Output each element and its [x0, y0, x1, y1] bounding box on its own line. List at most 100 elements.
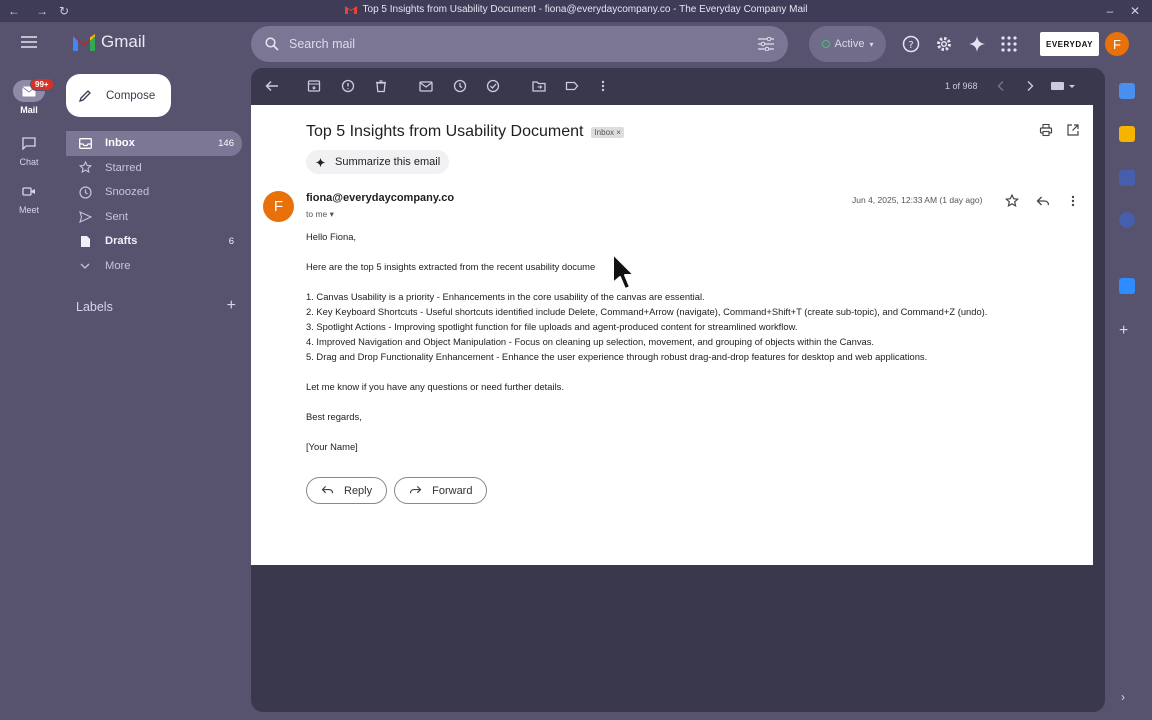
clock-icon [78, 185, 92, 199]
print-icon[interactable] [1039, 123, 1053, 137]
chat-icon [13, 132, 45, 154]
more-vert-icon[interactable] [596, 79, 610, 93]
search-bar[interactable]: Search mail [251, 26, 788, 62]
sidebar-item-label: Starred [105, 161, 142, 174]
list-item: 1. Canvas Usability is a priority - Enha… [306, 291, 705, 302]
delete-trash-icon[interactable] [374, 79, 388, 93]
forward-button[interactable]: Forward [394, 477, 488, 504]
email-body: Hello Fiona, Here are the top 5 insights… [306, 229, 1066, 469]
snooze-clock-icon[interactable] [453, 79, 467, 93]
reply-button[interactable]: Reply [306, 477, 388, 504]
add-to-tasks-icon[interactable] [486, 79, 500, 93]
email-regards: Best regards, [306, 411, 362, 422]
sidebar-item-label: More [105, 259, 131, 272]
sidebar-item-label: Drafts [105, 235, 138, 248]
inbox-chip-label: Inbox [594, 127, 615, 137]
sidebar-item-more[interactable]: More [66, 254, 242, 279]
email-subject: Top 5 Insights from Usability Document I… [306, 123, 624, 141]
summarize-email-button[interactable]: Summarize this email [306, 150, 450, 174]
email-greeting: Hello Fiona, [306, 231, 357, 242]
company-logo[interactable]: EVERYDAY [1040, 32, 1099, 56]
gmail-m-icon [73, 33, 95, 51]
report-spam-icon[interactable] [341, 79, 355, 93]
window-title: Top 5 Insights from Usability Document -… [0, 4, 1152, 15]
reply-actions: Reply Forward [306, 477, 488, 504]
sidebar-item-snoozed[interactable]: Snoozed [66, 180, 242, 205]
more-vert-icon[interactable] [1066, 194, 1080, 208]
sidebar-item-drafts[interactable]: Drafts 6 [66, 229, 242, 254]
compose-button[interactable]: Compose [66, 74, 171, 117]
mouse-cursor-icon [611, 252, 637, 292]
main-menu-icon[interactable] [21, 36, 37, 48]
compose-label: Compose [106, 89, 156, 102]
search-options-icon[interactable] [758, 37, 774, 51]
older-chevron-icon[interactable] [1023, 79, 1037, 93]
inbox-label-chip[interactable]: Inbox × [591, 126, 624, 138]
add-app-icon[interactable]: + [1119, 322, 1128, 340]
star-icon[interactable] [1005, 194, 1019, 208]
unread-count: 146 [218, 137, 234, 149]
status-dot-icon [821, 40, 830, 48]
account-avatar[interactable]: F [1105, 32, 1129, 56]
sidebar-item-inbox[interactable]: Inbox 146 [66, 131, 242, 156]
list-item: 5. Drag and Drop Functionality Enhanceme… [306, 351, 928, 362]
draft-count: 6 [228, 235, 234, 247]
list-item: 3. Spotlight Actions - Improving spotlig… [306, 321, 798, 332]
keep-icon[interactable] [1119, 126, 1135, 142]
status-selector[interactable]: Active ▾ [809, 26, 886, 62]
label-tag-icon[interactable] [565, 79, 579, 93]
back-to-inbox-icon[interactable] [265, 79, 279, 93]
subject-text: Top 5 Insights from Usability Document [306, 123, 584, 140]
help-icon[interactable]: ? [902, 35, 920, 53]
sidebar-item-sent[interactable]: Sent [66, 205, 242, 230]
email-signature: [Your Name] [306, 441, 358, 452]
settings-gear-icon[interactable] [935, 35, 953, 53]
gemini-sparkle-icon[interactable] [968, 35, 986, 53]
rail-chat[interactable]: Chat [0, 132, 58, 167]
gmail-logo[interactable]: Gmail [73, 32, 145, 52]
input-tools-keyboard-icon[interactable] [1050, 79, 1078, 93]
tasks-icon[interactable] [1119, 170, 1135, 186]
apps-grid-icon[interactable] [1000, 35, 1018, 53]
reply-icon[interactable] [1036, 194, 1050, 208]
send-icon [78, 210, 92, 224]
sidebar-item-label: Sent [105, 210, 129, 223]
gmail-wordmark: Gmail [101, 32, 146, 51]
expand-panel-chevron-icon[interactable]: › [1121, 690, 1125, 704]
zoom-icon[interactable] [1119, 278, 1135, 294]
newer-chevron-icon[interactable] [994, 79, 1008, 93]
app-frame: Gmail 99+ Mail Chat Meet Search mail Act… [0, 22, 1152, 720]
mail-unread-badge: 99+ [30, 78, 54, 91]
close-window-icon[interactable]: ✕ [1127, 3, 1143, 19]
contacts-icon[interactable] [1119, 212, 1135, 228]
labels-section: Labels + [76, 298, 236, 315]
search-icon [265, 37, 279, 51]
recipients-toggle[interactable]: to me ▾ [306, 209, 334, 220]
rail-meet[interactable]: Meet [0, 180, 58, 215]
message-panel: 1 of 968 Top 5 Insights from Usability D… [251, 68, 1105, 712]
list-item: 4. Improved Navigation and Object Manipu… [306, 336, 875, 347]
open-new-window-icon[interactable] [1066, 123, 1080, 137]
rail-mail[interactable]: 99+ Mail [0, 78, 58, 115]
rail-meet-label: Meet [18, 205, 39, 215]
archive-icon[interactable] [307, 79, 321, 93]
rail-chat-label: Chat [19, 157, 39, 167]
insights-list: 1. Canvas Usability is a priority - Enha… [306, 289, 1066, 364]
sender-address[interactable]: fiona@everydaycompany.co [306, 192, 454, 204]
forward-arrow-icon [409, 485, 422, 494]
gmail-logo-icon [344, 5, 357, 14]
mark-unread-icon[interactable] [419, 79, 433, 93]
calendar-icon[interactable] [1119, 83, 1135, 99]
sidebar-item-starred[interactable]: Starred [66, 156, 242, 181]
reply-arrow-icon [321, 485, 334, 494]
status-label: Active [834, 38, 865, 50]
search-input[interactable]: Search mail [289, 37, 758, 51]
video-camera-icon [13, 180, 45, 202]
star-icon [78, 161, 92, 175]
sender-avatar[interactable]: F [263, 191, 294, 222]
add-label-icon[interactable]: + [227, 298, 236, 314]
minimize-icon[interactable]: – [1102, 3, 1118, 19]
move-to-folder-icon[interactable] [532, 79, 546, 93]
chevron-down-icon [78, 259, 92, 273]
forward-label: Forward [432, 484, 473, 497]
